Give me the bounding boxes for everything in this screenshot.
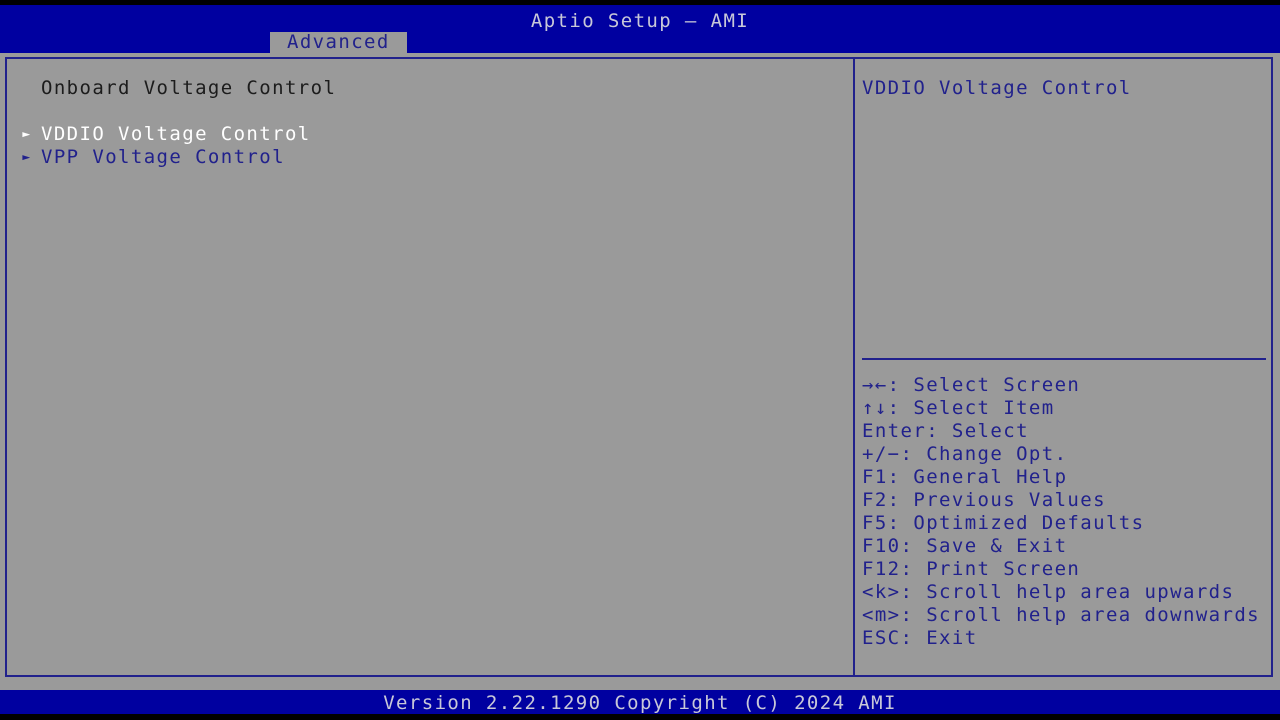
key-legend-line: ESC: Exit bbox=[862, 627, 978, 649]
key-legend-line: F10: Save & Exit bbox=[862, 535, 1068, 557]
key-legend-line: →←: Select Screen bbox=[862, 374, 1081, 396]
section-heading: Onboard Voltage Control bbox=[41, 77, 337, 99]
help-separator bbox=[862, 358, 1266, 360]
menu-item-vddio-voltage-control[interactable]: ► VDDIO Voltage Control bbox=[7, 123, 853, 146]
help-pane: VDDIO Voltage Control →←: Select Screen ↑… bbox=[855, 59, 1271, 675]
menu-item-vpp-voltage-control[interactable]: ► VPP Voltage Control bbox=[7, 146, 853, 169]
content-frame: Onboard Voltage Control ► VDDIO Voltage … bbox=[5, 57, 1273, 677]
key-legend-list: →←: Select Screen ↑↓: Select Item Enter: S… bbox=[862, 374, 1270, 650]
key-legend-line: F12: Print Screen bbox=[862, 558, 1081, 580]
menu-item-label: VDDIO Voltage Control bbox=[41, 123, 311, 145]
app-title: Aptio Setup – AMI bbox=[530, 10, 750, 32]
menu-item-label: VPP Voltage Control bbox=[41, 146, 285, 168]
key-legend-line: F1: General Help bbox=[862, 466, 1068, 488]
key-legend-line: F5: Optimized Defaults bbox=[862, 512, 1145, 534]
key-legend-line: F2: Previous Values bbox=[862, 489, 1106, 511]
settings-pane: Onboard Voltage Control ► VDDIO Voltage … bbox=[7, 59, 853, 675]
key-legend-line: +/−: Change Opt. bbox=[862, 443, 1068, 465]
title-bar: Aptio Setup – AMI bbox=[0, 5, 1280, 32]
help-description: VDDIO Voltage Control bbox=[862, 77, 1132, 99]
submenu-triangle-icon: ► bbox=[22, 150, 32, 165]
footer-bar: Version 2.22.1290 Copyright (C) 2024 AMI bbox=[0, 690, 1280, 714]
key-legend-line: Enter: Select bbox=[862, 420, 1029, 442]
bios-setup-screen: Aptio Setup – AMI Advanced Onboard Volta… bbox=[0, 0, 1280, 720]
menu-tab-strip: Advanced bbox=[0, 32, 1280, 53]
key-legend-line: <k>: Scroll help area upwards bbox=[862, 581, 1235, 603]
version-text: Version 2.22.1290 Copyright (C) 2024 AMI bbox=[383, 692, 897, 714]
key-legend-line: <m>: Scroll help area downwards bbox=[862, 604, 1261, 626]
key-legend-line: ↑↓: Select Item bbox=[862, 397, 1055, 419]
settings-menu-list: ► VDDIO Voltage Control ► VPP Voltage Co… bbox=[7, 123, 853, 169]
tab-advanced[interactable]: Advanced bbox=[270, 32, 407, 53]
submenu-triangle-icon: ► bbox=[22, 127, 32, 142]
